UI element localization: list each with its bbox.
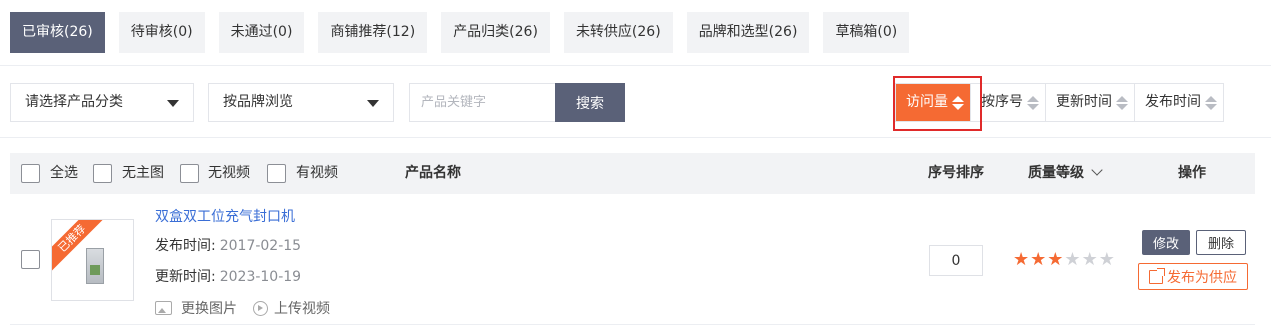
select-all-checkbox[interactable] [21, 164, 40, 183]
brand-select[interactable]: 按品牌浏览 [208, 83, 394, 122]
no-main-image-checkbox[interactable] [93, 164, 112, 183]
sort-arrows-icon [1205, 95, 1217, 110]
quality-rating[interactable]: ★ ★ ★ ★ ★ ★ [1013, 250, 1115, 270]
edit-button[interactable]: 修改 [1142, 230, 1190, 255]
tab-approved[interactable]: 已审核(26) [10, 12, 105, 53]
sort-group: 访问量 按序号 更新时间 发布时间 [895, 83, 1224, 122]
sort-arrows-icon [952, 95, 964, 110]
publish-date: 发布时间: 2017-02-15 [155, 235, 301, 255]
column-actions: 操作 [1178, 165, 1206, 181]
has-video-label: 有视频 [296, 165, 338, 181]
sort-serial-label: 按序号 [981, 94, 1023, 110]
star-empty-icon: ★ [1081, 249, 1098, 270]
play-icon [253, 300, 268, 316]
sort-by-published[interactable]: 发布时间 [1134, 84, 1223, 121]
product-thumbnail[interactable]: 已推荐 [51, 219, 134, 301]
divider [0, 137, 1271, 138]
publish-date-label: 发布时间: [155, 238, 216, 254]
divider [0, 65, 1271, 66]
delete-button[interactable]: 删除 [1196, 230, 1246, 255]
publish-supply-label: 发布为供应 [1167, 269, 1237, 286]
chevron-down-icon [367, 100, 379, 107]
image-icon [155, 301, 172, 315]
no-video-label: 无视频 [208, 165, 250, 181]
update-date-label: 更新时间: [155, 269, 216, 285]
star-empty-icon: ★ [1098, 249, 1115, 270]
sort-arrows-icon [1027, 95, 1039, 110]
category-select-value: 请选择产品分类 [25, 94, 123, 110]
star-filled-icon: ★ [1047, 249, 1064, 270]
publish-supply-button[interactable]: 发布为供应 [1138, 263, 1248, 290]
sort-visits-label: 访问量 [906, 94, 948, 110]
star-filled-icon: ★ [1013, 249, 1030, 270]
tab-drafts[interactable]: 草稿箱(0) [823, 12, 910, 53]
star-filled-icon: ★ [1030, 249, 1047, 270]
no-main-image-label: 无主图 [122, 165, 164, 181]
select-all-label: 全选 [50, 165, 78, 181]
product-image [86, 248, 104, 284]
upload-video-link[interactable]: 上传视频 [274, 298, 330, 318]
serial-input[interactable] [929, 245, 983, 276]
product-name-link[interactable]: 双盒双工位充气封口机 [155, 206, 295, 226]
search-button[interactable]: 搜索 [555, 83, 625, 122]
sort-by-serial[interactable]: 按序号 [970, 84, 1045, 121]
column-serial-sort[interactable]: 序号排序 [928, 153, 984, 194]
has-video-checkbox[interactable] [267, 164, 286, 183]
keyword-input[interactable] [409, 83, 555, 122]
table-row: 已推荐 双盒双工位充气封口机 发布时间: 2017-02-15 更新时间: 2023… [10, 195, 1255, 325]
no-video-checkbox[interactable] [180, 164, 199, 183]
sort-published-label: 发布时间 [1145, 94, 1201, 110]
update-date-value: 2023-10-19 [219, 269, 302, 285]
chevron-down-icon [1091, 164, 1103, 176]
tab-not-converted-supply[interactable]: 未转供应(26) [563, 12, 673, 53]
tab-shop-recommended[interactable]: 商铺推荐(12) [318, 12, 428, 53]
external-link-icon [1149, 267, 1165, 284]
media-actions: 更换图片 上传视频 [155, 298, 330, 318]
tab-brand-selection[interactable]: 品牌和选型(26) [686, 12, 810, 53]
chevron-down-icon [167, 100, 179, 107]
sort-by-visits[interactable]: 访问量 [896, 84, 970, 121]
sort-updated-label: 更新时间 [1056, 94, 1112, 110]
tab-rejected[interactable]: 未通过(0) [218, 12, 305, 53]
tab-pending[interactable]: 待审核(0) [118, 12, 205, 53]
tab-categorized[interactable]: 产品归类(26) [441, 12, 550, 53]
change-image-link[interactable]: 更换图片 [181, 298, 237, 318]
publish-date-value: 2017-02-15 [219, 238, 302, 254]
quality-level-label: 质量等级 [1028, 165, 1084, 181]
sort-arrows-icon [1116, 95, 1128, 110]
brand-select-value: 按品牌浏览 [223, 94, 293, 110]
update-date: 更新时间: 2023-10-19 [155, 266, 301, 286]
table-header: 全选 无主图 无视频 有视频 产品名称 序号排序 质量等级 操作 [10, 153, 1255, 194]
sort-by-updated[interactable]: 更新时间 [1045, 84, 1134, 121]
category-select[interactable]: 请选择产品分类 [10, 83, 194, 122]
star-empty-icon: ★ [1064, 249, 1081, 270]
row-checkbox[interactable] [21, 250, 40, 269]
status-tabs: 已审核(26) 待审核(0) 未通过(0) 商铺推荐(12) 产品归类(26) … [10, 12, 910, 53]
column-quality-level[interactable]: 质量等级 [1028, 153, 1103, 194]
column-product-name: 产品名称 [405, 165, 461, 181]
